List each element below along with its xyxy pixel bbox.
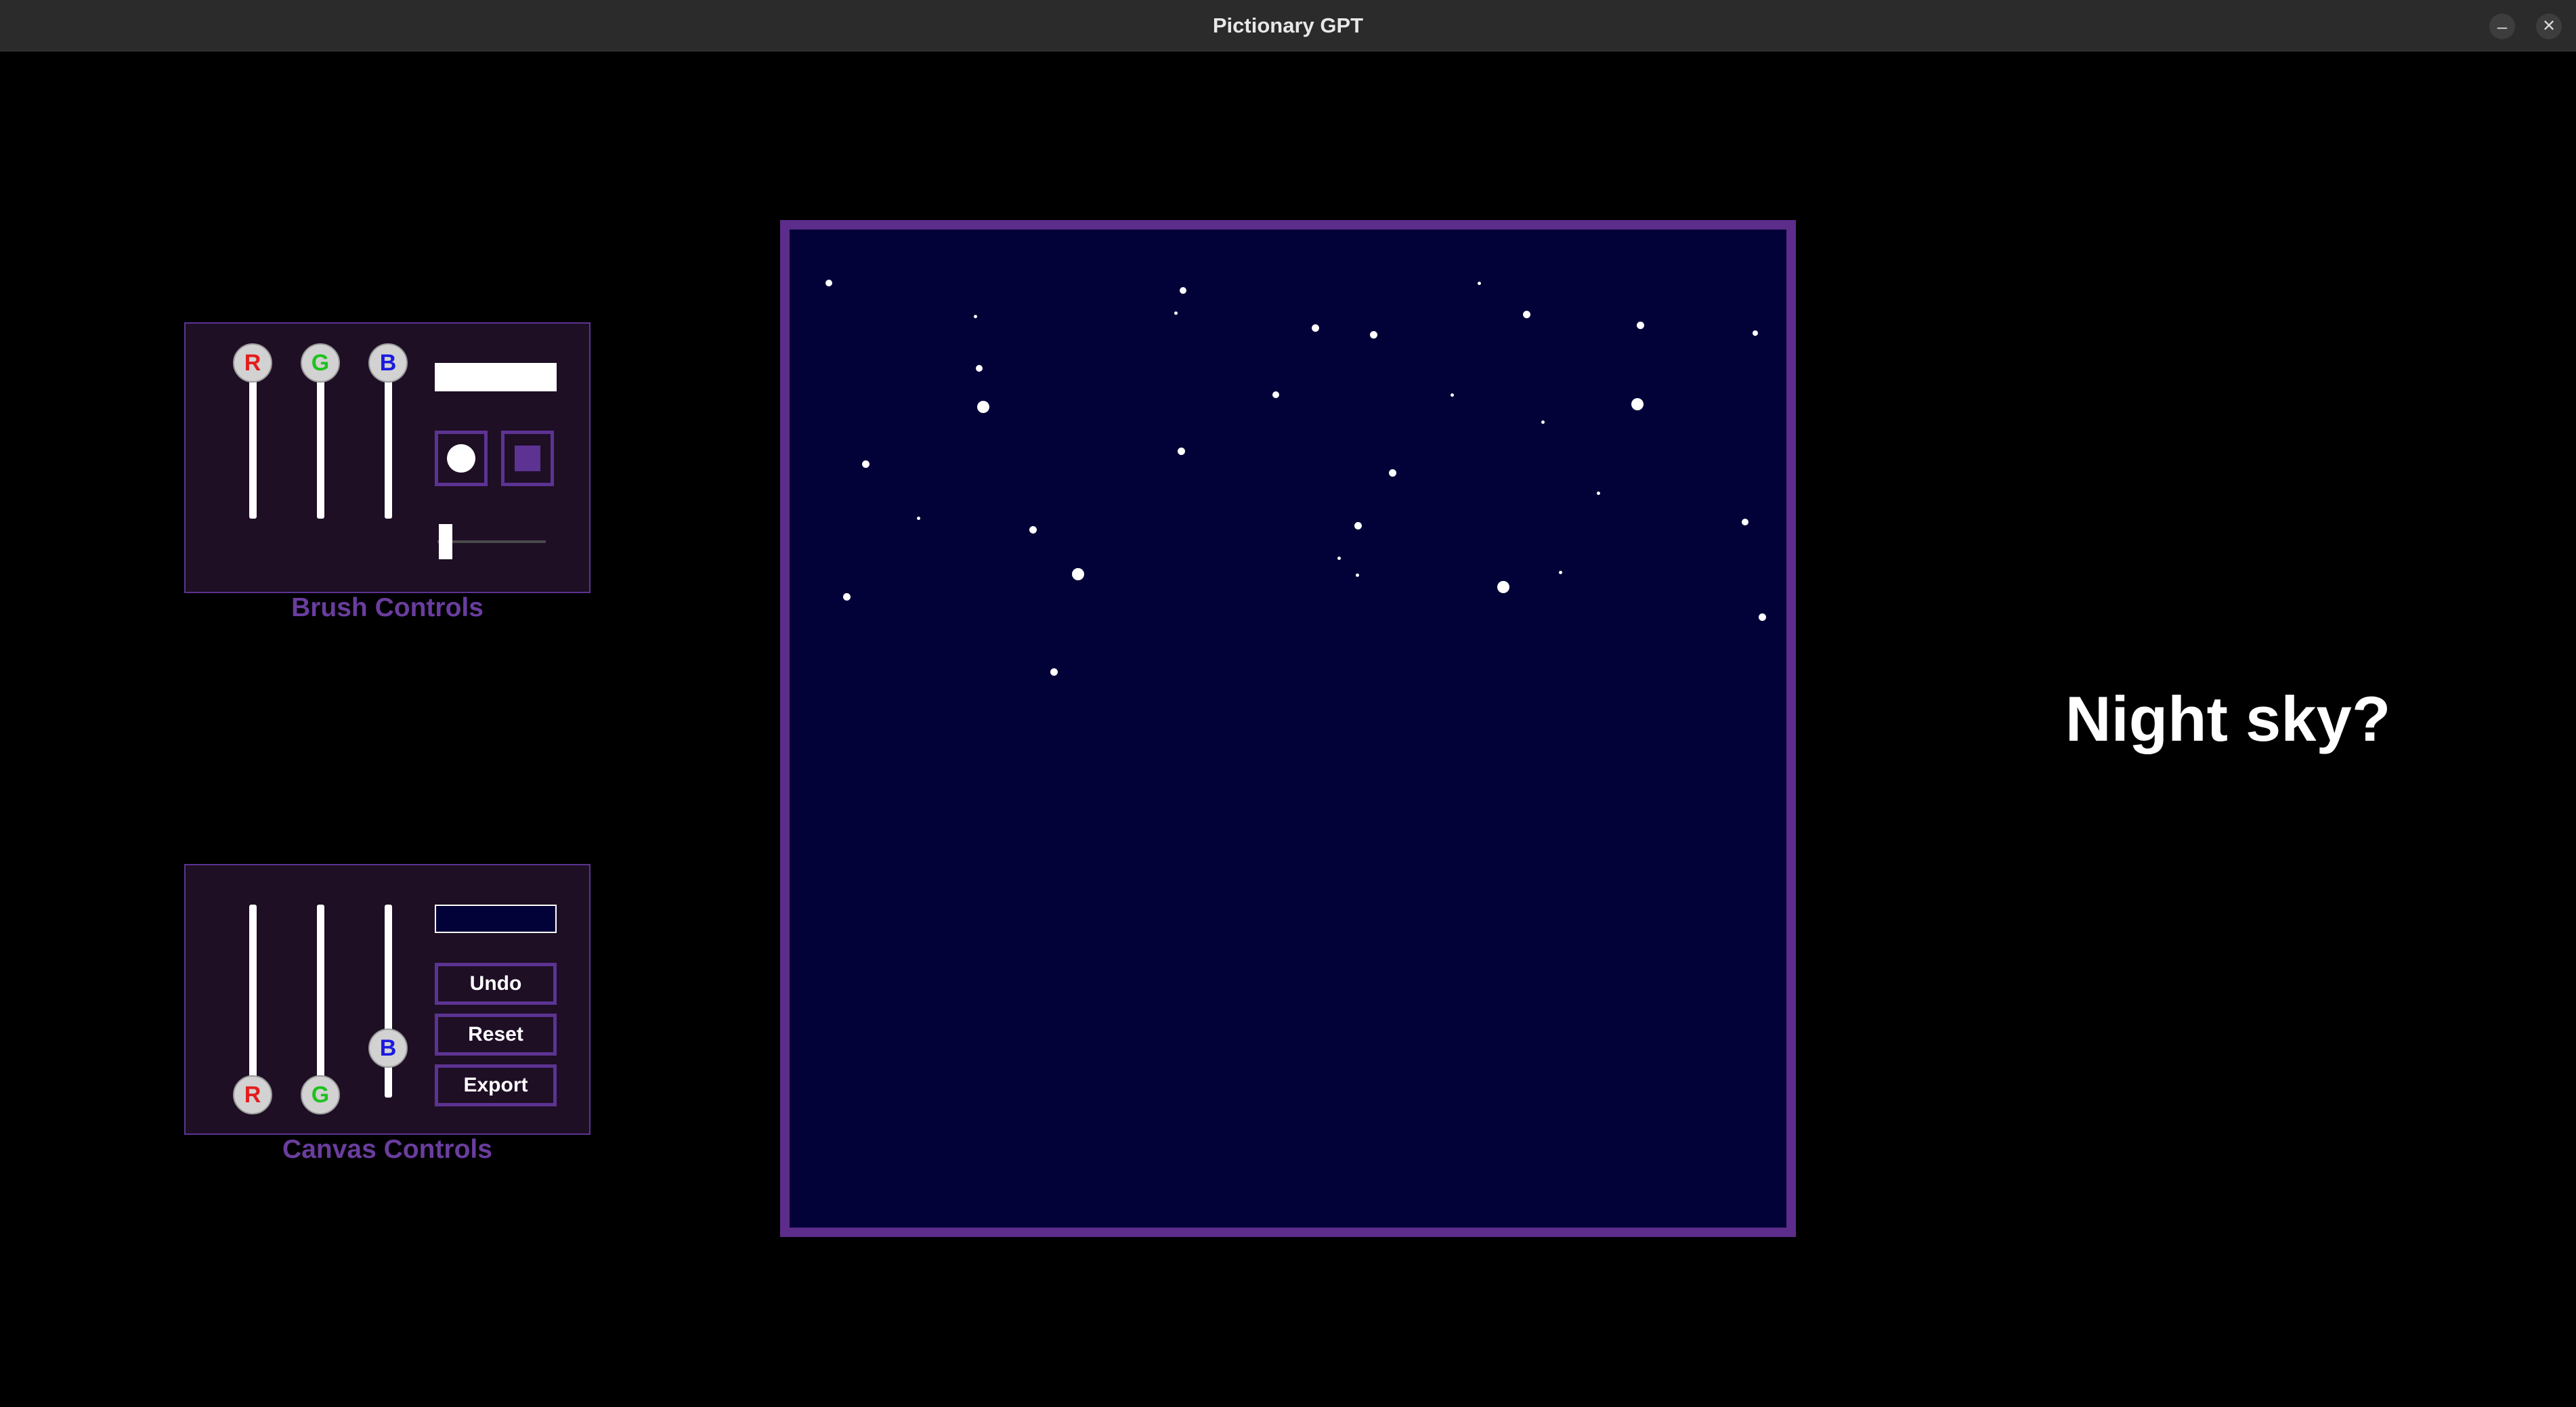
canvas-blue-slider-knob[interactable]: B [368,1029,408,1068]
star-dot [1180,287,1186,294]
canvas-red-track[interactable] [249,905,257,1098]
canvas-blue-track[interactable] [385,905,392,1098]
close-icon[interactable]: ✕ [2536,14,2562,39]
brush-controls-panel: R G B [184,322,591,593]
star-dot [916,516,920,520]
star-dot [842,592,851,601]
star-dot [1450,393,1454,397]
star-dot [1758,613,1766,621]
star-dot [1369,330,1377,339]
star-dot [1558,570,1562,574]
star-dot [1072,568,1084,580]
guess-text: Night sky? [2065,683,2391,754]
circle-icon [447,444,475,473]
star-dot [1631,398,1644,410]
star-dot [1477,281,1481,285]
window-title: Pictionary GPT [1212,14,1364,37]
star-dot [1753,330,1758,336]
circle-brush-button[interactable] [435,431,488,486]
canvas-color-preview [435,905,557,933]
star-dot [1541,420,1545,424]
brush-red-track[interactable] [249,363,257,519]
star-dot [977,401,989,413]
brush-blue-slider-knob[interactable]: B [368,343,408,383]
title-bar: Pictionary GPT – ✕ [0,0,2576,51]
brush-color-preview [435,363,557,391]
star-dot [1174,311,1178,315]
undo-button[interactable]: Undo [435,963,557,1005]
square-brush-button[interactable] [501,431,554,486]
brush-size-thumb[interactable] [439,524,452,559]
star-dot [1355,573,1359,577]
brush-blue-track[interactable] [385,363,392,519]
reset-button[interactable]: Reset [435,1014,557,1056]
canvas-green-slider-knob[interactable]: G [301,1075,340,1114]
canvas-controls-label: Canvas Controls [282,1135,492,1164]
canvas-controls-panel: R G B Undo Reset Export [184,864,591,1135]
brush-controls-label: Brush Controls [291,593,484,622]
brush-green-slider-knob[interactable]: G [301,343,340,383]
star-dot [1636,321,1644,329]
drawing-canvas[interactable] [780,220,1796,1237]
brush-green-track[interactable] [317,363,324,519]
brush-size-track[interactable] [437,540,546,543]
star-dot [1497,581,1509,593]
minimize-icon[interactable]: – [2489,14,2515,39]
export-button[interactable]: Export [435,1064,557,1106]
star-dot [976,365,983,372]
star-dot [825,280,832,286]
star-dot [1050,668,1058,676]
star-dot [1354,521,1362,529]
star-dot [1177,447,1185,455]
star-dot [861,460,870,468]
star-dot [1029,525,1037,534]
star-dot [1742,519,1748,525]
square-icon [515,446,540,471]
star-dot [973,314,977,318]
star-dot [1311,324,1319,332]
star-dot [1388,469,1396,477]
star-dot [1272,391,1279,398]
star-dot [1596,491,1600,495]
canvas-red-slider-knob[interactable]: R [233,1075,272,1114]
star-dot [1522,310,1530,318]
star-dot [1337,556,1341,560]
brush-red-slider-knob[interactable]: R [233,343,272,383]
canvas-green-track[interactable] [317,905,324,1098]
